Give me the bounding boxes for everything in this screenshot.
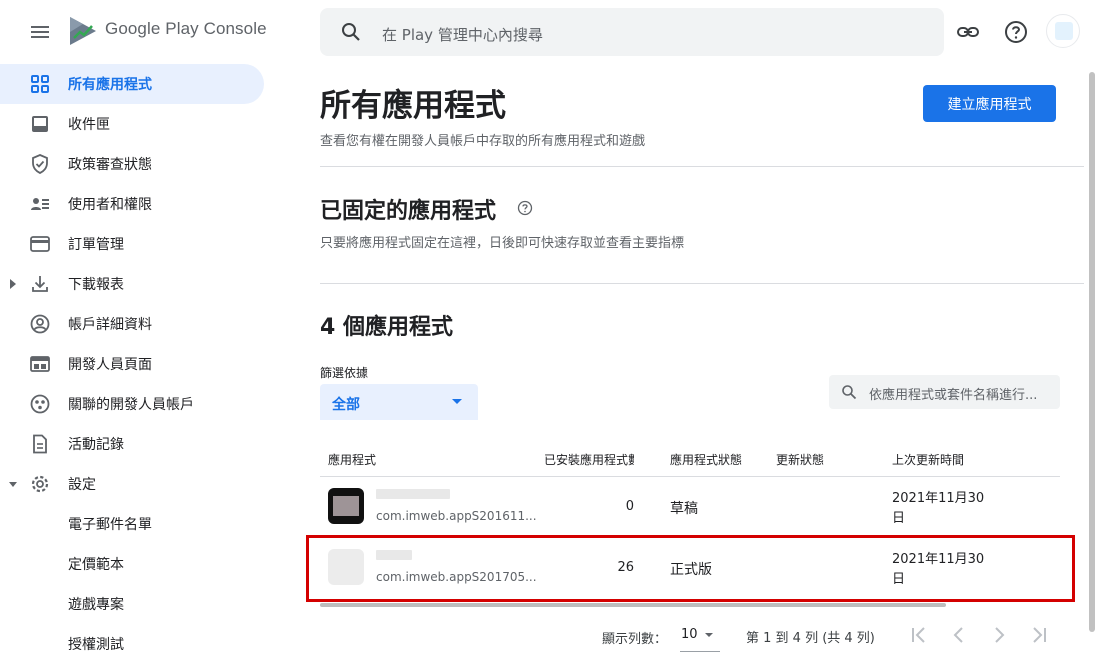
help-icon[interactable] [517,200,533,216]
app-package-name: com.imweb.appS201611... [376,509,537,523]
column-header-app-status[interactable]: 應用程式狀態 [670,451,742,468]
sidebar-item-account-details[interactable]: 帳戶詳細資料 [0,304,280,344]
sidebar-item-label: 所有應用程式 [68,77,152,93]
sidebar-item-all-apps[interactable]: 所有應用程式 [0,64,264,104]
people-list-icon [31,198,49,210]
table-row[interactable]: com.imweb.appS201611... 0 草稿 2021年11月30 … [320,477,1060,537]
column-header-installs[interactable]: 已安裝應用程式數 [544,451,634,468]
sidebar-item-label: 設定 [68,477,96,493]
inbox-icon [32,116,48,132]
gear-icon [31,475,49,493]
sidebar-item-settings[interactable]: 設定 [0,464,280,504]
app-search-placeholder: 依應用程式或套件名稱進行... [869,388,1038,403]
link-icon[interactable] [956,20,980,44]
rows-per-page-select[interactable]: 10 [680,620,720,652]
sidebar-item-order-management[interactable]: 訂單管理 [0,224,280,264]
next-page-icon[interactable] [988,624,1010,646]
sidebar-item-label: 使用者和權限 [68,197,152,213]
grid-icon [31,75,49,93]
page-title: 所有應用程式 [320,88,506,124]
brand-bar: Google Play Console [0,0,280,64]
sidebar-item-label: 開發人員頁面 [68,357,152,373]
filter-value: 全部 [332,397,360,413]
sidebar-item-label: 電子郵件名單 [68,517,152,533]
previous-page-icon[interactable] [948,624,970,646]
sidebar-item-policy-status[interactable]: 政策審查狀態 [0,144,280,184]
page-subtitle: 查看您有權在開發人員帳戶中存取的所有應用程式和遊戲 [320,134,646,149]
sidebar-item-download-reports[interactable]: 下載報表 [0,264,280,304]
sidebar-item-label: 收件匣 [68,117,110,133]
app-name-redacted [376,489,450,499]
sidebar-item-game-projects[interactable]: 遊戲專案 [0,584,280,624]
search-placeholder: 在 Play 管理中心內搜尋 [382,26,543,44]
sidebar-item-label: 訂單管理 [68,237,124,253]
create-app-button[interactable]: 建立應用程式 [923,85,1056,122]
pinned-apps-subtitle: 只要將應用程式固定在這裡，日後即可快速存取並查看主要指標 [320,236,685,251]
sidebar-item-pricing-templates[interactable]: 定價範本 [0,544,280,584]
sidebar-item-label: 活動記錄 [68,437,124,453]
help-icon[interactable] [1004,20,1028,44]
vertical-scrollbar[interactable] [1089,72,1095,632]
highlight-box [306,535,1075,602]
play-console-logo[interactable] [68,16,98,46]
document-icon [33,434,47,454]
horizontal-scrollbar[interactable] [320,603,946,607]
sidebar-item-label: 下載報表 [68,277,124,293]
sidebar-item-label: 政策審查狀態 [68,157,152,173]
last-updated: 2021年11月30 日 [892,491,985,526]
search-icon [842,385,857,400]
app-icon [328,488,364,524]
column-header-last-updated[interactable]: 上次更新時間 [892,451,964,468]
dropdown-arrow-icon [705,633,713,637]
app-search-input[interactable]: 依應用程式或套件名稱進行... [829,375,1060,409]
caret-down-icon[interactable] [8,478,18,490]
download-icon [32,276,48,292]
caret-right-icon[interactable] [8,278,18,290]
pagination-range: 第 1 到 4 列 (共 4 列) [746,631,875,646]
divider [320,283,1084,284]
sidebar-item-label: 遊戲專案 [68,597,124,613]
divider [320,166,1084,167]
sidebar-item-users-permissions[interactable]: 使用者和權限 [0,184,280,224]
brand-name: Google Play Console [105,19,267,38]
dropdown-arrow-icon [452,399,462,404]
sidebar-item-developer-page[interactable]: 開發人員頁面 [0,344,280,384]
credit-card-icon [30,236,50,252]
sidebar-item-label: 定價範本 [68,557,124,573]
search-icon [342,23,360,41]
app-status: 草稿 [670,501,698,517]
sidebar-item-label: 關聯的開發人員帳戶 [68,397,194,413]
column-header-app[interactable]: 應用程式 [328,451,376,468]
apps-count-title: 4 個應用程式 [320,315,453,340]
menu-icon[interactable] [28,20,52,44]
account-circle-icon [30,314,50,334]
installs-count: 0 [625,499,634,514]
sidebar-item-label: 帳戶詳細資料 [68,317,152,333]
avatar[interactable] [1046,14,1080,48]
sidebar-nav: 所有應用程式 收件匣 政策審查狀態 使用者和權限 訂單管理 下載報表 帳戶詳細資… [0,64,280,664]
web-page-icon [30,356,50,372]
sidebar-item-license-testing[interactable]: 授權測試 [0,624,280,664]
sidebar-item-email-lists[interactable]: 電子郵件名單 [0,504,280,544]
rows-per-page-label: 顯示列數： [602,632,668,647]
filter-dropdown[interactable]: 全部 [320,384,478,420]
last-page-icon[interactable] [1028,624,1050,646]
sidebar-item-label: 授權測試 [68,637,124,653]
pinned-apps-title: 已固定的應用程式 [320,199,497,224]
first-page-icon[interactable] [908,624,930,646]
global-search-input[interactable]: 在 Play 管理中心內搜尋 [320,8,944,56]
sidebar-item-inbox[interactable]: 收件匣 [0,104,280,144]
column-header-update-status[interactable]: 更新狀態 [776,451,824,468]
sidebar-item-linked-accounts[interactable]: 關聯的開發人員帳戶 [0,384,280,424]
filter-label: 篩選依據 [320,366,369,380]
shield-check-icon [32,154,48,174]
sidebar: Google Play Console 所有應用程式 收件匣 政策審查狀態 使用… [0,0,280,670]
sidebar-item-activity-log[interactable]: 活動記錄 [0,424,280,464]
linked-accounts-icon [30,394,50,414]
rows-per-page-value: 10 [681,627,698,642]
